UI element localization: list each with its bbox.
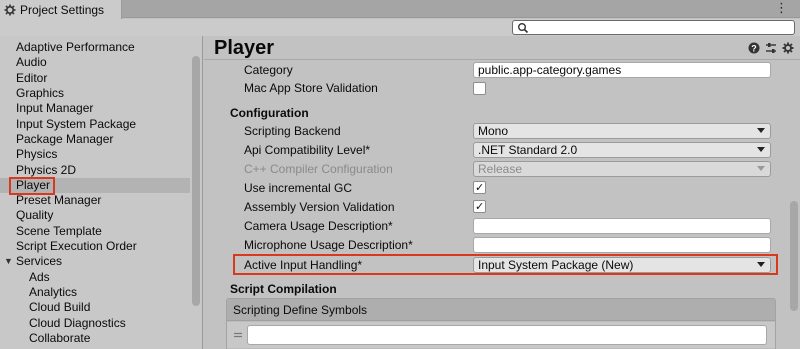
camera-usage-label: Camera Usage Description*	[244, 219, 393, 233]
sidebar-item-cloud-diagnostics[interactable]: Cloud Diagnostics	[0, 316, 190, 331]
window-tab-bar: Project Settings ⋮	[0, 0, 800, 19]
expand-arrow-icon[interactable]: ▼	[4, 254, 13, 269]
sidebar-scrollbar[interactable]	[190, 36, 202, 349]
search-input[interactable]	[531, 21, 791, 34]
sidebar-item-script-execution-order[interactable]: Script Execution Order	[0, 239, 190, 254]
main-scrollbar-thumb[interactable]	[790, 201, 798, 311]
dropdown-caret-icon	[757, 147, 765, 152]
sidebar-item-physics-2d[interactable]: Physics 2D	[0, 163, 190, 178]
category-label: Category	[244, 63, 293, 77]
sidebar-item-editor[interactable]: Editor	[0, 71, 190, 86]
sidebar-item-package-manager[interactable]: Package Manager	[0, 132, 190, 147]
sidebar-item-audio[interactable]: Audio	[0, 55, 190, 70]
main-scrollbar[interactable]	[788, 61, 800, 349]
sidebar-item-scene-template[interactable]: Scene Template	[0, 224, 190, 239]
incremental-gc-label: Use incremental GC	[244, 181, 353, 195]
incremental-gc-checkbox[interactable]: ✓	[473, 181, 486, 194]
cpp-compiler-label: C++ Compiler Configuration	[244, 162, 393, 176]
scripting-backend-label: Scripting Backend	[244, 124, 341, 138]
player-highlight-annotation	[9, 177, 55, 195]
sidebar-scrollbar-thumb[interactable]	[192, 56, 200, 306]
camera-usage-field[interactable]	[473, 218, 771, 234]
sidebar-item-quality[interactable]: Quality	[0, 208, 190, 223]
define-symbol-row	[227, 322, 775, 348]
api-compatibility-dropdown[interactable]: .NET Standard 2.0	[473, 142, 771, 158]
help-icon[interactable]: ?	[748, 42, 760, 54]
configuration-header: Configuration	[230, 106, 309, 120]
microphone-usage-field[interactable]	[473, 237, 771, 253]
script-compilation-header: Script Compilation	[230, 282, 337, 296]
checkmark-icon: ✓	[475, 182, 485, 194]
svg-text:?: ?	[751, 43, 757, 53]
sidebar-item-services[interactable]: ▼ Services	[0, 254, 190, 269]
microphone-usage-label: Microphone Usage Description*	[244, 238, 413, 252]
api-compatibility-label: Api Compatibility Level*	[244, 143, 371, 157]
mac-app-store-validation-checkbox[interactable]	[473, 82, 486, 95]
project-settings-tab[interactable]: Project Settings	[0, 0, 122, 19]
sidebar-item-collaborate[interactable]: Collaborate	[0, 331, 190, 346]
player-settings-content: Category public.app-category.games Mac A…	[204, 61, 788, 349]
define-symbol-input[interactable]	[247, 325, 767, 345]
dropdown-caret-icon	[757, 128, 765, 133]
sidebar-item-graphics[interactable]: Graphics	[0, 86, 190, 101]
sidebar-item-adaptive-performance[interactable]: Adaptive Performance	[0, 40, 190, 55]
sidebar-item-cloud-build[interactable]: Cloud Build	[0, 300, 190, 315]
category-field[interactable]: public.app-category.games	[473, 62, 771, 78]
search-box[interactable]	[512, 20, 795, 35]
dropdown-caret-icon	[757, 166, 765, 171]
sidebar-item-physics[interactable]: Physics	[0, 147, 190, 162]
settings-gear-icon[interactable]	[782, 42, 794, 54]
player-header: Player ?	[204, 36, 800, 60]
active-input-highlight-annotation	[233, 254, 778, 275]
sidebar-item-input-system-package[interactable]: Input System Package	[0, 117, 190, 132]
gear-icon	[4, 4, 16, 16]
assembly-version-label: Assembly Version Validation	[244, 200, 395, 214]
page-title: Player	[214, 37, 275, 59]
sidebar-item-input-manager[interactable]: Input Manager	[0, 101, 190, 116]
preset-sliders-icon[interactable]	[765, 42, 777, 54]
sidebar-item-ads[interactable]: Ads	[0, 270, 190, 285]
more-options-icon[interactable]: ⋮	[775, 1, 788, 15]
tab-title: Project Settings	[20, 2, 105, 17]
search-icon	[517, 22, 529, 34]
scripting-define-symbols-panel: Scripting Define Symbols	[226, 298, 776, 349]
mac-app-store-validation-label: Mac App Store Validation	[244, 81, 378, 95]
main-panel: Player ? Category public.app-category.ga…	[204, 36, 800, 349]
assembly-version-checkbox[interactable]: ✓	[473, 200, 486, 213]
search-row	[0, 19, 800, 36]
settings-sidebar: Adaptive Performance Audio Editor Graphi…	[0, 36, 203, 349]
scripting-backend-dropdown[interactable]: Mono	[473, 123, 771, 139]
drag-handle-icon[interactable]	[233, 329, 243, 339]
sidebar-item-analytics[interactable]: Analytics	[0, 285, 190, 300]
scripting-define-symbols-header: Scripting Define Symbols	[227, 299, 775, 321]
cpp-compiler-dropdown: Release	[473, 161, 771, 177]
checkmark-icon: ✓	[475, 201, 485, 213]
sidebar-item-preset-manager[interactable]: Preset Manager	[0, 193, 190, 208]
